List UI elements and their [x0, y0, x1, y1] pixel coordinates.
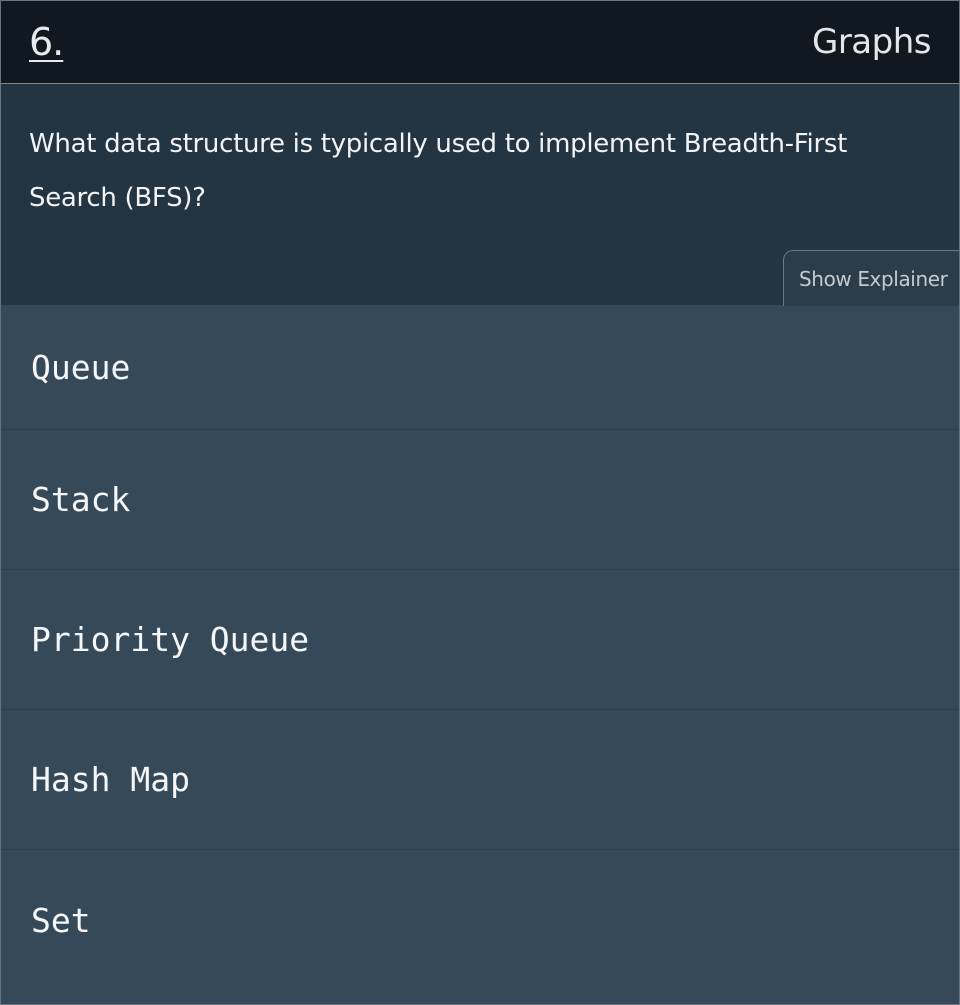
answer-option-hash-map[interactable]: Hash Map: [1, 710, 959, 850]
answer-option-set[interactable]: Set: [1, 850, 959, 990]
answer-option-queue[interactable]: Queue: [1, 305, 959, 430]
question-number-link[interactable]: 6.: [29, 20, 64, 64]
question-header: 6. Graphs: [1, 1, 959, 84]
topic-title: Graphs: [811, 22, 932, 62]
answer-list: Queue Stack Priority Queue Hash Map Set: [1, 305, 959, 990]
question-prompt-area: What data structure is typically used to…: [1, 84, 959, 306]
quiz-card: 6. Graphs What data structure is typical…: [0, 0, 960, 1005]
question-text: What data structure is typically used to…: [29, 129, 847, 213]
show-explainer-button[interactable]: Show Explainer: [783, 250, 959, 306]
answer-option-priority-queue[interactable]: Priority Queue: [1, 570, 959, 710]
answer-option-stack[interactable]: Stack: [1, 430, 959, 570]
